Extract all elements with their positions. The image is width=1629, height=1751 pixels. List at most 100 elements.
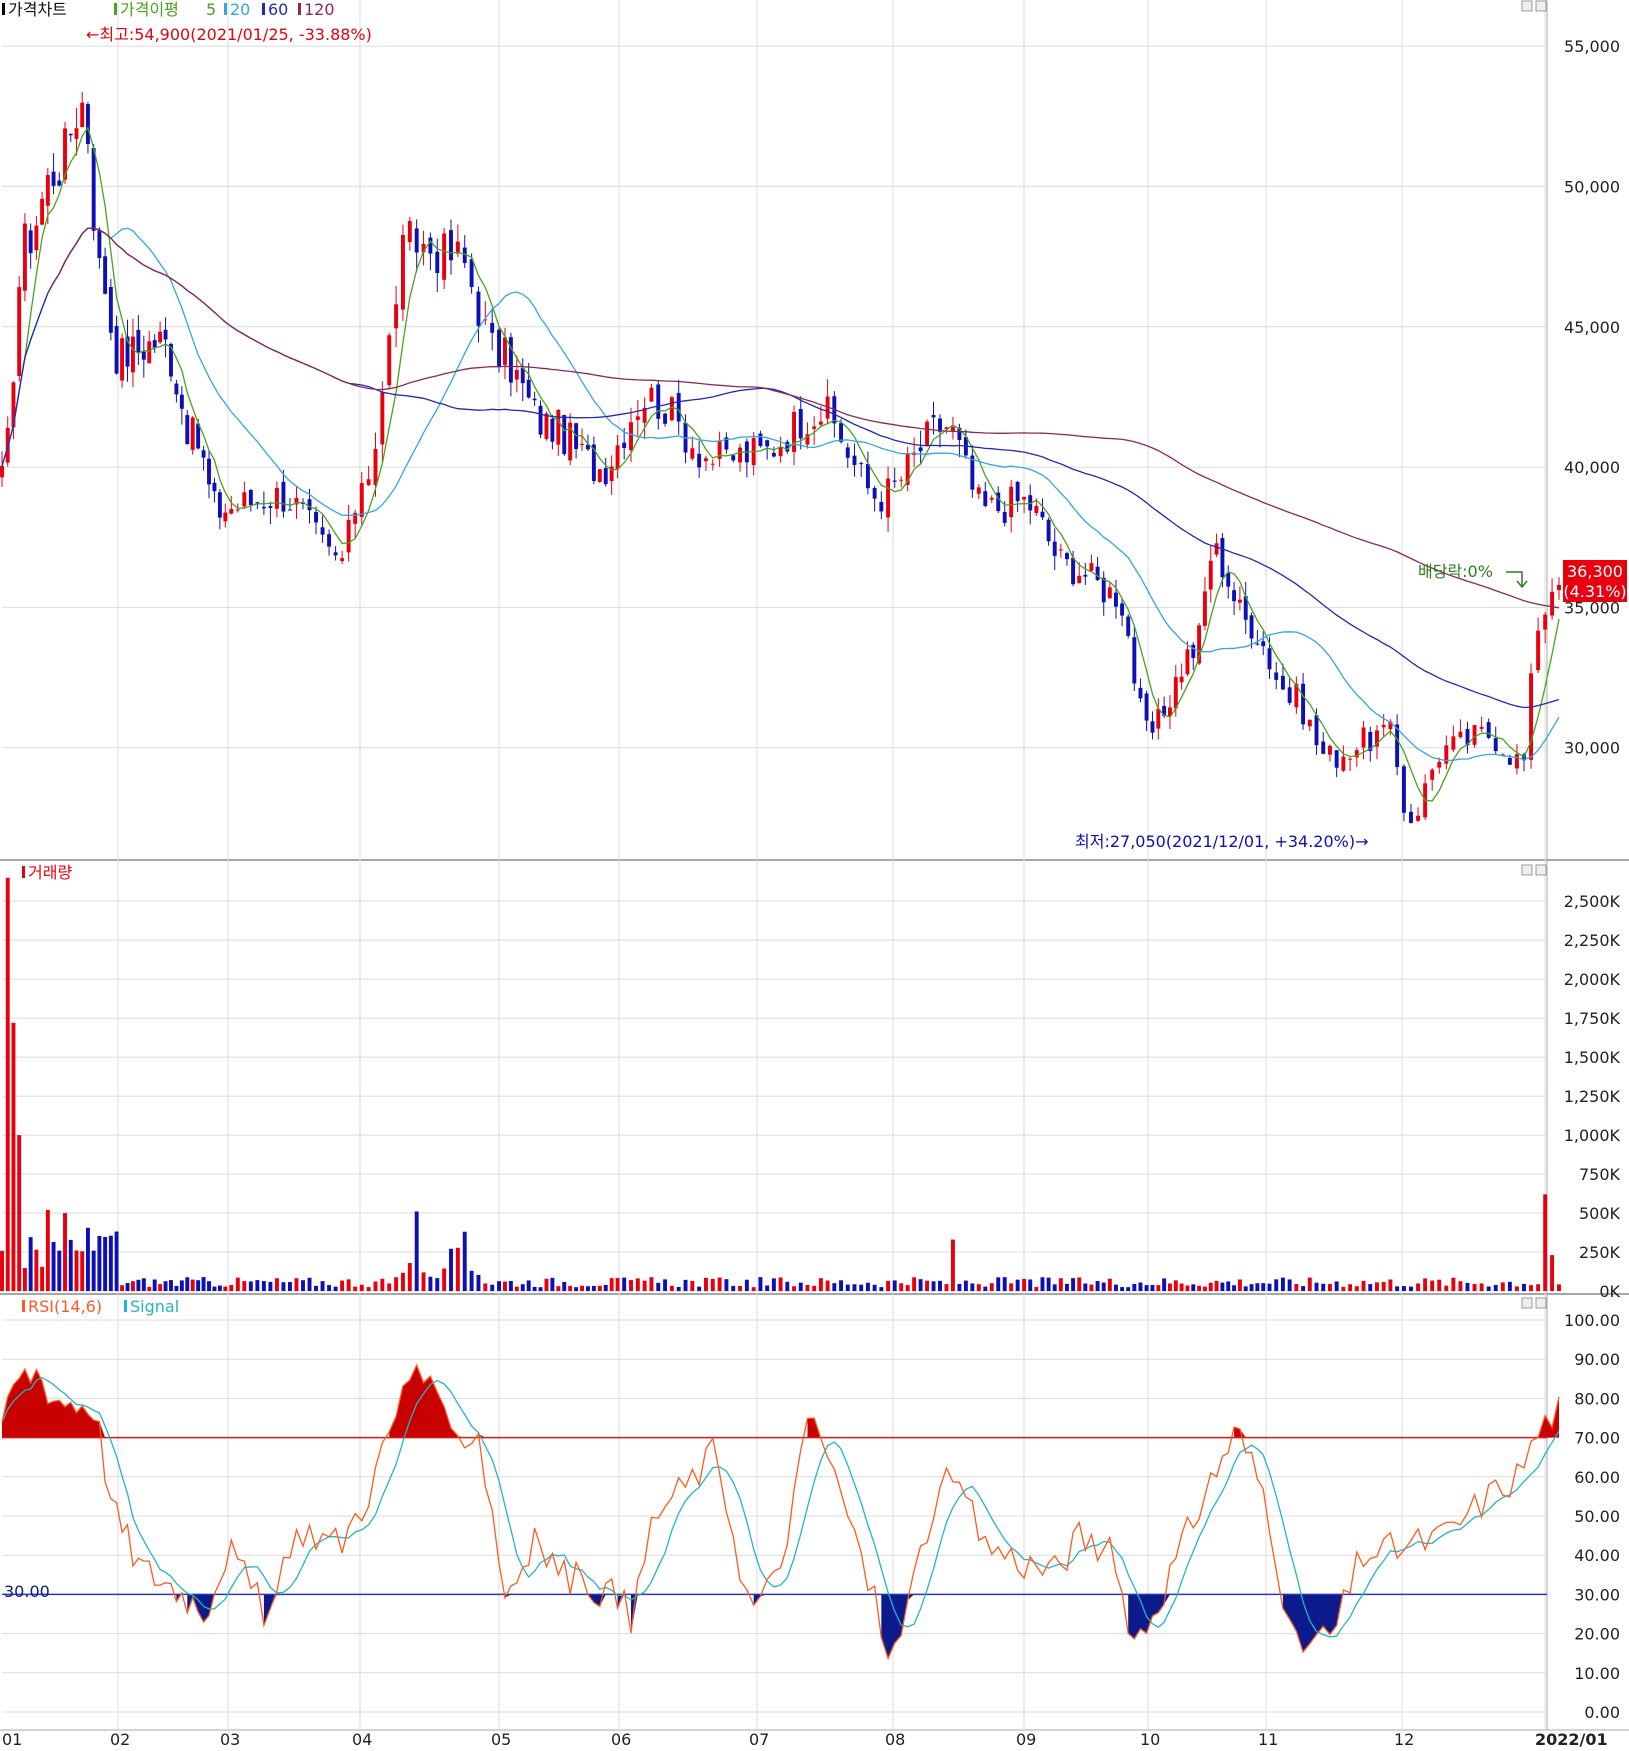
volume-bar	[346, 1279, 351, 1291]
volume-bar	[274, 1278, 279, 1291]
volume-bar	[683, 1279, 688, 1291]
month-tick-label: 03	[220, 1730, 240, 1749]
price-panel-controls[interactable]	[1521, 0, 1547, 12]
volume-bar	[805, 1284, 810, 1291]
volume-minimize-icon[interactable]	[1521, 864, 1533, 876]
candle-body	[538, 405, 543, 435]
candle-body	[852, 455, 857, 466]
last-price-change: (4.31%)	[1563, 582, 1626, 601]
candle-body	[179, 394, 184, 409]
volume-bar	[114, 1231, 119, 1291]
candle-body	[1451, 736, 1456, 750]
rsi-overbought-fill	[2, 1365, 1559, 1438]
volume-bar	[1197, 1285, 1202, 1291]
rsi-panel-controls[interactable]	[1521, 1297, 1547, 1309]
candle-body	[442, 233, 447, 280]
volume-close-icon[interactable]	[1535, 864, 1547, 876]
volume-bar	[190, 1279, 195, 1291]
volume-bar	[1536, 1284, 1541, 1291]
volume-bar	[235, 1277, 240, 1291]
volume-bar	[80, 1251, 85, 1291]
volume-bar	[1327, 1284, 1332, 1291]
ma5-line	[1, 126, 1560, 802]
ma60-line	[1, 227, 1560, 709]
candle-body	[1002, 511, 1007, 523]
candle-body	[1557, 584, 1561, 590]
volume-bar	[609, 1278, 614, 1291]
volume-bar	[11, 1022, 16, 1291]
legend-marker-signal	[124, 1300, 127, 1312]
candle-body	[1208, 560, 1213, 590]
volume-bar	[1550, 1255, 1555, 1291]
volume-bar	[91, 1250, 96, 1291]
volume-bar	[1493, 1284, 1498, 1291]
candle-body	[976, 487, 981, 494]
volume-bar	[1046, 1277, 1051, 1291]
candle-body	[108, 286, 113, 333]
candle-body	[114, 326, 119, 374]
candle-body	[532, 398, 537, 401]
volume-bar	[1243, 1286, 1248, 1291]
volume-bar	[717, 1277, 722, 1291]
volume-bar	[45, 1209, 50, 1291]
high-price-annotation: ←최고:54,900(2021/01/25, -33.88%)	[86, 25, 372, 44]
volume-bar	[0, 1250, 4, 1291]
volume-bar	[1274, 1279, 1279, 1291]
volume-bar	[223, 1286, 228, 1291]
candle-body	[514, 369, 519, 380]
candle-body	[798, 409, 803, 439]
volume-bar	[207, 1281, 211, 1291]
volume-panel-controls[interactable]	[1521, 864, 1547, 876]
candle-body	[28, 230, 33, 254]
rsi-close-icon[interactable]	[1535, 1297, 1547, 1309]
month-tick-label: 02	[110, 1730, 130, 1749]
volume-bar	[1101, 1282, 1106, 1291]
candle-body	[1361, 727, 1366, 748]
volume-bar	[1107, 1278, 1112, 1291]
legend-marker-ma20	[224, 3, 227, 15]
candle-body	[550, 418, 555, 442]
rsi-legend-label: RSI(14,6)	[28, 1297, 102, 1316]
candle-body	[812, 426, 817, 429]
rsi-lower-band-label: 30.00	[4, 1582, 50, 1601]
volume-bar	[544, 1278, 549, 1291]
candle-body	[45, 175, 50, 206]
volume-bar	[983, 1286, 988, 1291]
candle-body	[556, 409, 561, 445]
candle-body	[710, 463, 715, 465]
volume-bar	[1015, 1279, 1020, 1291]
price-close-icon[interactable]	[1535, 0, 1547, 12]
candle-body	[217, 492, 222, 518]
rsi-panel[interactable]	[1, 1363, 1560, 1661]
volume-bar	[63, 1213, 67, 1291]
price-minimize-icon[interactable]	[1521, 0, 1533, 12]
volume-bar	[812, 1285, 817, 1291]
candle-body	[346, 519, 351, 553]
candle-body	[950, 426, 955, 431]
month-tick-label: 09	[1016, 1730, 1036, 1749]
candle-body	[190, 417, 195, 450]
candle-body	[1114, 592, 1118, 607]
candle-body	[731, 455, 736, 461]
candle-body	[380, 392, 385, 445]
price-tick-label: 30,000	[1564, 739, 1620, 758]
volume-bar	[852, 1284, 857, 1291]
volume-bar	[859, 1284, 864, 1291]
volume-bar	[845, 1284, 850, 1291]
volume-bar	[1208, 1282, 1213, 1291]
rsi-minimize-icon[interactable]	[1521, 1297, 1533, 1309]
legend-ma-label: 가격이평	[120, 0, 179, 19]
candle-body	[1040, 511, 1045, 518]
candle-body	[235, 509, 240, 511]
price-tick-label: 40,000	[1564, 458, 1620, 477]
volume-legend-label: 거래량	[28, 863, 72, 882]
candle-body	[615, 445, 620, 470]
volume-tick-label: 1,000K	[1564, 1126, 1621, 1145]
volume-bar	[490, 1284, 495, 1291]
candle-body	[1416, 815, 1421, 821]
legend-marker-ma60	[262, 3, 265, 15]
volume-bar	[1022, 1278, 1027, 1291]
volume-bar	[818, 1278, 823, 1291]
volume-bar	[141, 1278, 146, 1291]
price-panel[interactable]	[0, 91, 1561, 824]
